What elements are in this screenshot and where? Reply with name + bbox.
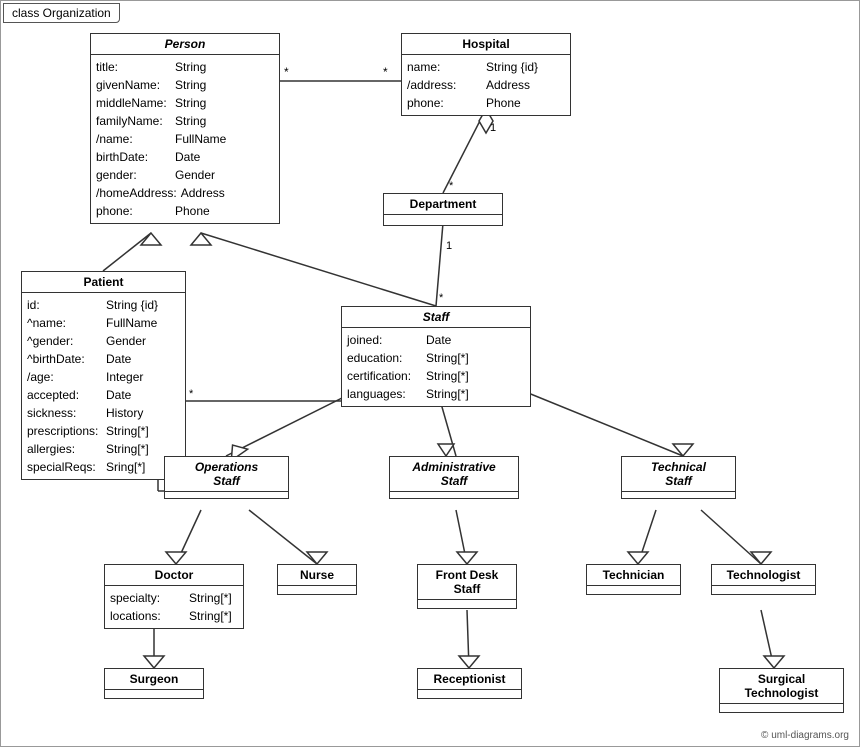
class-patient: Patient id:String {id} ^name:FullName ^g… bbox=[21, 271, 186, 480]
class-doctor-title: Doctor bbox=[105, 565, 243, 586]
class-operations-staff-body bbox=[165, 492, 288, 498]
class-hospital-title: Hospital bbox=[402, 34, 570, 55]
class-technologist-body bbox=[712, 586, 815, 594]
class-patient-body: id:String {id} ^name:FullName ^gender:Ge… bbox=[22, 293, 185, 479]
class-operations-staff-title: OperationsStaff bbox=[165, 457, 288, 492]
class-admin-staff-body bbox=[390, 492, 518, 498]
class-staff: Staff joined:Date education:String[*] ce… bbox=[341, 306, 531, 407]
class-front-desk: Front DeskStaff bbox=[417, 564, 517, 609]
svg-text:*: * bbox=[383, 65, 388, 79]
class-surgical-tech: SurgicalTechnologist bbox=[719, 668, 844, 713]
svg-text:*: * bbox=[284, 65, 289, 79]
diagram-container: class Organization * * 1 * 1 * * * bbox=[0, 0, 860, 747]
class-technologist-title: Technologist bbox=[712, 565, 815, 586]
class-front-desk-title: Front DeskStaff bbox=[418, 565, 516, 600]
class-surgeon-title: Surgeon bbox=[105, 669, 203, 690]
class-hospital: Hospital name:String {id} /address:Addre… bbox=[401, 33, 571, 116]
class-department-body bbox=[384, 215, 502, 225]
class-department-title: Department bbox=[384, 194, 502, 215]
class-technician-body bbox=[587, 586, 680, 594]
class-doctor: Doctor specialty:String[*] locations:Str… bbox=[104, 564, 244, 629]
class-receptionist-body bbox=[418, 690, 521, 698]
class-nurse-title: Nurse bbox=[278, 565, 356, 586]
class-admin-staff: AdministrativeStaff bbox=[389, 456, 519, 499]
class-doctor-body: specialty:String[*] locations:String[*] bbox=[105, 586, 243, 628]
class-technician-title: Technician bbox=[587, 565, 680, 586]
svg-text:1: 1 bbox=[446, 240, 452, 252]
class-surgical-tech-title: SurgicalTechnologist bbox=[720, 669, 843, 704]
class-technical-staff: TechnicalStaff bbox=[621, 456, 736, 499]
class-nurse: Nurse bbox=[277, 564, 357, 595]
class-person: Person title:String givenName:String mid… bbox=[90, 33, 280, 224]
class-receptionist-title: Receptionist bbox=[418, 669, 521, 690]
copyright-text: © uml-diagrams.org bbox=[761, 730, 849, 741]
class-technologist: Technologist bbox=[711, 564, 816, 595]
class-technical-staff-title: TechnicalStaff bbox=[622, 457, 735, 492]
class-person-body: title:String givenName:String middleName… bbox=[91, 55, 279, 223]
class-surgeon-body bbox=[105, 690, 203, 698]
svg-text:*: * bbox=[449, 180, 454, 192]
class-staff-body: joined:Date education:String[*] certific… bbox=[342, 328, 530, 406]
class-person-title: Person bbox=[91, 34, 279, 55]
class-receptionist: Receptionist bbox=[417, 668, 522, 699]
class-nurse-body bbox=[278, 586, 356, 594]
svg-text:1: 1 bbox=[490, 122, 496, 134]
class-hospital-body: name:String {id} /address:Address phone:… bbox=[402, 55, 570, 115]
class-surgical-tech-body bbox=[720, 704, 843, 712]
class-staff-title: Staff bbox=[342, 307, 530, 328]
class-technician: Technician bbox=[586, 564, 681, 595]
class-department: Department bbox=[383, 193, 503, 226]
diagram-title: class Organization bbox=[3, 3, 120, 23]
svg-text:*: * bbox=[439, 292, 444, 304]
class-admin-staff-title: AdministrativeStaff bbox=[390, 457, 518, 492]
class-surgeon: Surgeon bbox=[104, 668, 204, 699]
class-operations-staff: OperationsStaff bbox=[164, 456, 289, 499]
class-technical-staff-body bbox=[622, 492, 735, 498]
svg-text:*: * bbox=[189, 388, 194, 400]
class-patient-title: Patient bbox=[22, 272, 185, 293]
class-front-desk-body bbox=[418, 600, 516, 608]
